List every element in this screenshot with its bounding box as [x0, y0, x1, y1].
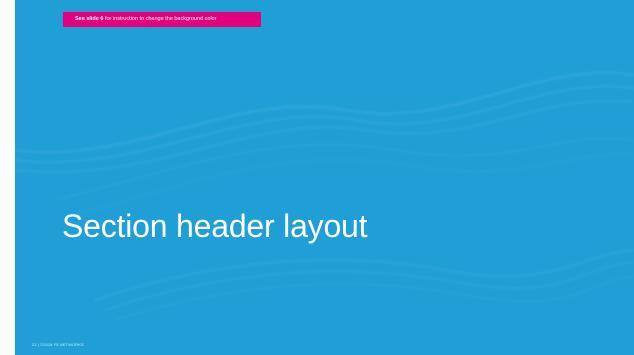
- slide-footer: 21 | ©2018 F5 NETWORKS: [32, 342, 84, 347]
- section-title: Section header layout: [62, 208, 368, 244]
- background-instruction-banner: See slide 6 for instruction to change th…: [63, 12, 261, 27]
- note-bold-text: See slide 6: [75, 16, 104, 22]
- slide: See slide 6 for instruction to change th…: [15, 0, 634, 355]
- particle-wave-background: [15, 72, 634, 321]
- note-text: for instruction to change the background…: [103, 16, 217, 22]
